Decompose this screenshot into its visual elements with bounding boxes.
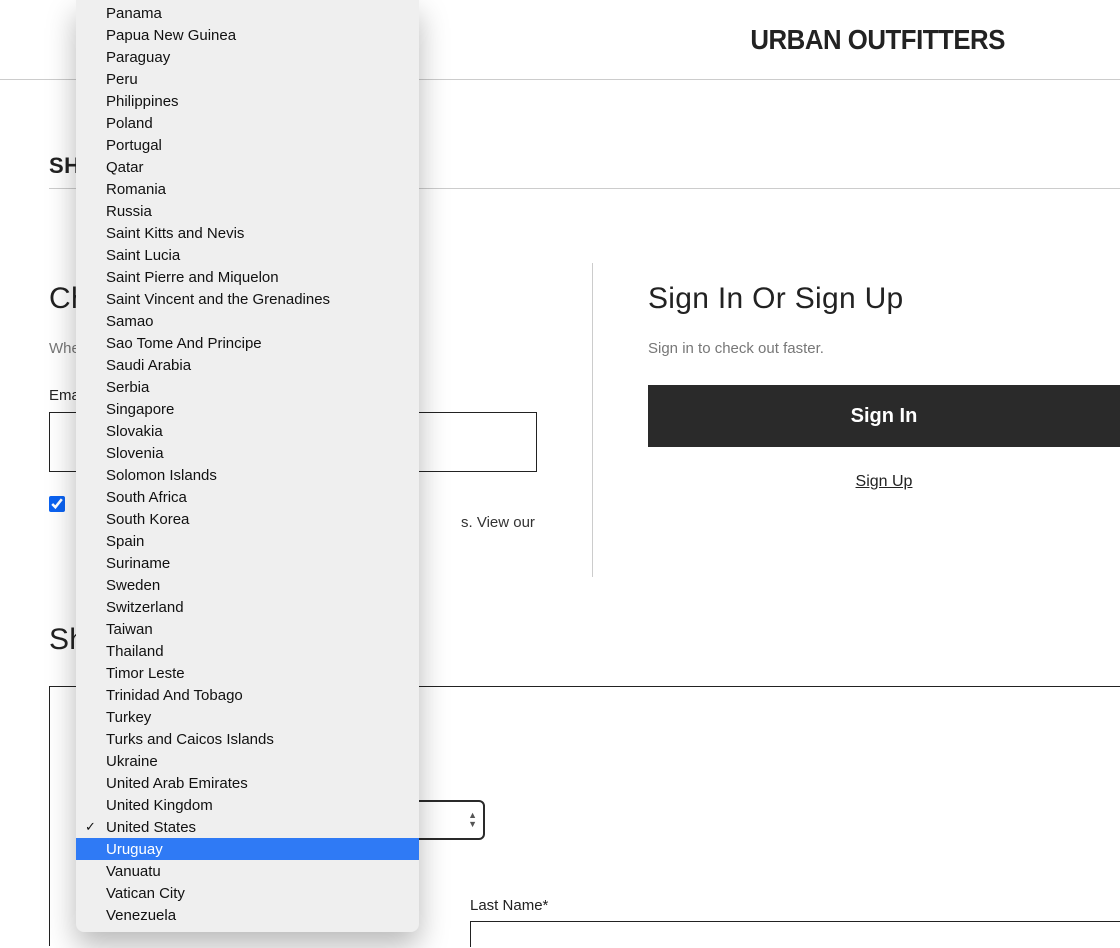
country-option[interactable]: Portugal [76,134,419,156]
country-option[interactable]: Saint Kitts and Nevis [76,222,419,244]
country-option[interactable]: Switzerland [76,596,419,618]
country-option[interactable]: Solomon Islands [76,464,419,486]
country-option-label: Suriname [106,555,170,572]
country-option-label: South Africa [106,489,187,506]
signin-button-label: Sign In [851,405,918,428]
country-option[interactable]: Slovenia [76,442,419,464]
country-option[interactable]: Timor Leste [76,662,419,684]
country-option-label: Saint Lucia [106,247,180,264]
country-option-label: Vatican City [106,885,185,902]
country-option[interactable]: Venezuela [76,904,419,926]
country-option-label: United States [106,819,196,836]
country-option[interactable]: Sao Tome And Principe [76,332,419,354]
country-option-label: Poland [106,115,153,132]
country-option-label: Switzerland [106,599,184,616]
country-option[interactable]: Russia [76,200,419,222]
country-option[interactable]: Saint Lucia [76,244,419,266]
country-option[interactable]: Turkey [76,706,419,728]
country-option-label: Romania [106,181,166,198]
country-option[interactable]: Thailand [76,640,419,662]
country-option[interactable]: Spain [76,530,419,552]
country-option-label: Qatar [106,159,144,176]
country-option-label: Samao [106,313,154,330]
country-option[interactable]: South Korea [76,508,419,530]
country-option-label: Turks and Caicos Islands [106,731,274,748]
country-option[interactable]: Suriname [76,552,419,574]
vertical-divider [592,263,593,577]
country-option[interactable]: Uruguay [76,838,419,860]
country-option-label: Saint Vincent and the Grenadines [106,291,330,308]
country-option[interactable]: United Arab Emirates [76,772,419,794]
country-option-label: Thailand [106,643,164,660]
country-option-label: Portugal [106,137,162,154]
country-option[interactable]: Turks and Caicos Islands [76,728,419,750]
country-option[interactable]: Paraguay [76,46,419,68]
country-option-label: Trinidad And Tobago [106,687,243,704]
country-option[interactable]: South Africa [76,486,419,508]
country-option-label: United Kingdom [106,797,213,814]
country-option[interactable]: Poland [76,112,419,134]
country-option-label: Uruguay [106,841,163,858]
country-option-label: Sao Tome And Principe [106,335,262,352]
country-option[interactable]: Taiwan [76,618,419,640]
country-dropdown[interactable]: Panama Papua New Guinea Paraguay Peru Philip… [76,0,419,932]
country-option-label: Ukraine [106,753,158,770]
select-stepper-icon: ▲▼ [468,811,477,829]
country-option[interactable]: Qatar [76,156,419,178]
country-option-label: Timor Leste [106,665,185,682]
marketing-checkbox[interactable] [49,496,65,512]
country-option[interactable]: United Kingdom [76,794,419,816]
country-option[interactable]: Vatican City [76,882,419,904]
brand-logo: URBAN OUTFITTERS [750,24,1104,56]
country-option-label: Solomon Islands [106,467,217,484]
country-option[interactable]: Papua New Guinea [76,24,419,46]
country-option[interactable]: Trinidad And Tobago [76,684,419,706]
country-option[interactable]: Ukraine [76,750,419,772]
country-option-label: Paraguay [106,49,170,66]
country-option[interactable]: Sweden [76,574,419,596]
country-option-label: Panama [106,5,162,22]
country-option-label: Serbia [106,379,149,396]
country-option[interactable]: Vanuatu [76,860,419,882]
country-option-label: United Arab Emirates [106,775,248,792]
signin-heading: Sign In Or Sign Up [648,282,1120,316]
country-option[interactable]: Philippines [76,90,419,112]
country-option[interactable]: Serbia [76,376,419,398]
country-option[interactable]: Saudi Arabia [76,354,419,376]
country-option-label: Philippines [106,93,179,110]
country-option-label: Singapore [106,401,174,418]
country-option-label: Vanuatu [106,863,161,880]
signin-column: Sign In Or Sign Up Sign in to check out … [648,282,1120,491]
country-option-label: Saint Pierre and Miquelon [106,269,279,286]
signin-helper: Sign in to check out faster. [648,340,1120,357]
country-option-label: Sweden [106,577,160,594]
country-option[interactable]: Samao [76,310,419,332]
signin-button[interactable]: Sign In [648,385,1120,447]
country-option-label: Venezuela [106,907,176,924]
country-option-label: Turkey [106,709,151,726]
country-option[interactable]: Saint Vincent and the Grenadines [76,288,419,310]
country-option-label: Taiwan [106,621,153,638]
country-option-label: Saudi Arabia [106,357,191,374]
country-option-label: Saint Kitts and Nevis [106,225,244,242]
country-option[interactable]: Romania [76,178,419,200]
country-option-label: Slovenia [106,445,164,462]
country-option-label: Spain [106,533,144,550]
country-option[interactable]: Singapore [76,398,419,420]
country-option[interactable]: Peru [76,68,419,90]
signup-link[interactable]: Sign Up [648,473,1120,491]
country-option[interactable]: Saint Pierre and Miquelon [76,266,419,288]
check-icon: ✓ [85,819,96,835]
country-option-label: Russia [106,203,152,220]
country-option[interactable]: ✓ United States [76,816,419,838]
lastname-label: Last Name* [470,897,548,914]
country-option[interactable]: Slovakia [76,420,419,442]
lastname-field[interactable] [470,921,1120,947]
country-option[interactable]: Panama [76,2,419,24]
country-option-label: Papua New Guinea [106,27,236,44]
country-option-label: Slovakia [106,423,163,440]
country-option-label: South Korea [106,511,189,528]
country-option-label: Peru [106,71,138,88]
marketing-tail-text: s. View our [461,514,535,531]
